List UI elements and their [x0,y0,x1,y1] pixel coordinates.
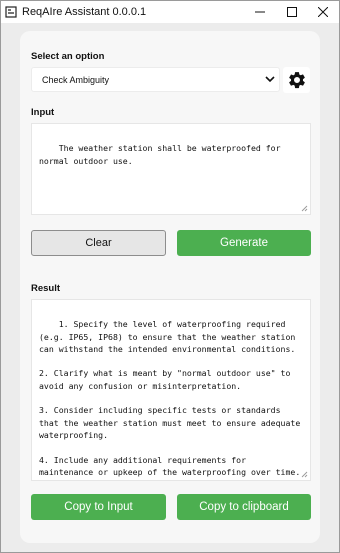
result-text: 1. Specify the level of waterproofing re… [39,319,301,477]
maximize-icon [287,7,297,17]
input-text: The weather station shall be waterproofe… [39,143,286,166]
app-icon [5,6,17,18]
copy-to-input-button[interactable]: Copy to Input [31,494,166,520]
selected-option: Check Ambiguity [42,75,110,85]
input-textarea[interactable]: The weather station shall be waterproofe… [31,123,311,215]
input-label: Input [31,107,55,118]
maximize-button[interactable] [278,1,306,23]
title-bar[interactable]: ReqAIre Assistant 0.0.0.1 [1,1,339,23]
chevron-down-icon [265,76,275,83]
gear-icon [288,72,305,89]
minimize-button[interactable] [246,1,274,23]
close-icon [318,7,328,17]
result-label: Result [31,283,61,294]
generate-button[interactable]: Generate [177,230,311,256]
option-select[interactable]: Check Ambiguity [31,67,280,92]
copy-to-clipboard-button[interactable]: Copy to clipboard [177,494,311,520]
app-window: ReqAIre Assistant 0.0.0.1 Select an opti… [0,0,340,553]
resize-grip-icon[interactable] [301,471,308,478]
close-button[interactable] [309,1,337,23]
resize-grip-icon[interactable] [301,205,308,212]
minimize-icon [255,11,265,13]
settings-button[interactable] [283,67,310,93]
window-title: ReqAIre Assistant 0.0.0.1 [22,6,147,18]
select-label: Select an option [31,51,105,62]
result-textarea[interactable]: 1. Specify the level of waterproofing re… [31,299,311,481]
clear-button[interactable]: Clear [31,230,166,256]
